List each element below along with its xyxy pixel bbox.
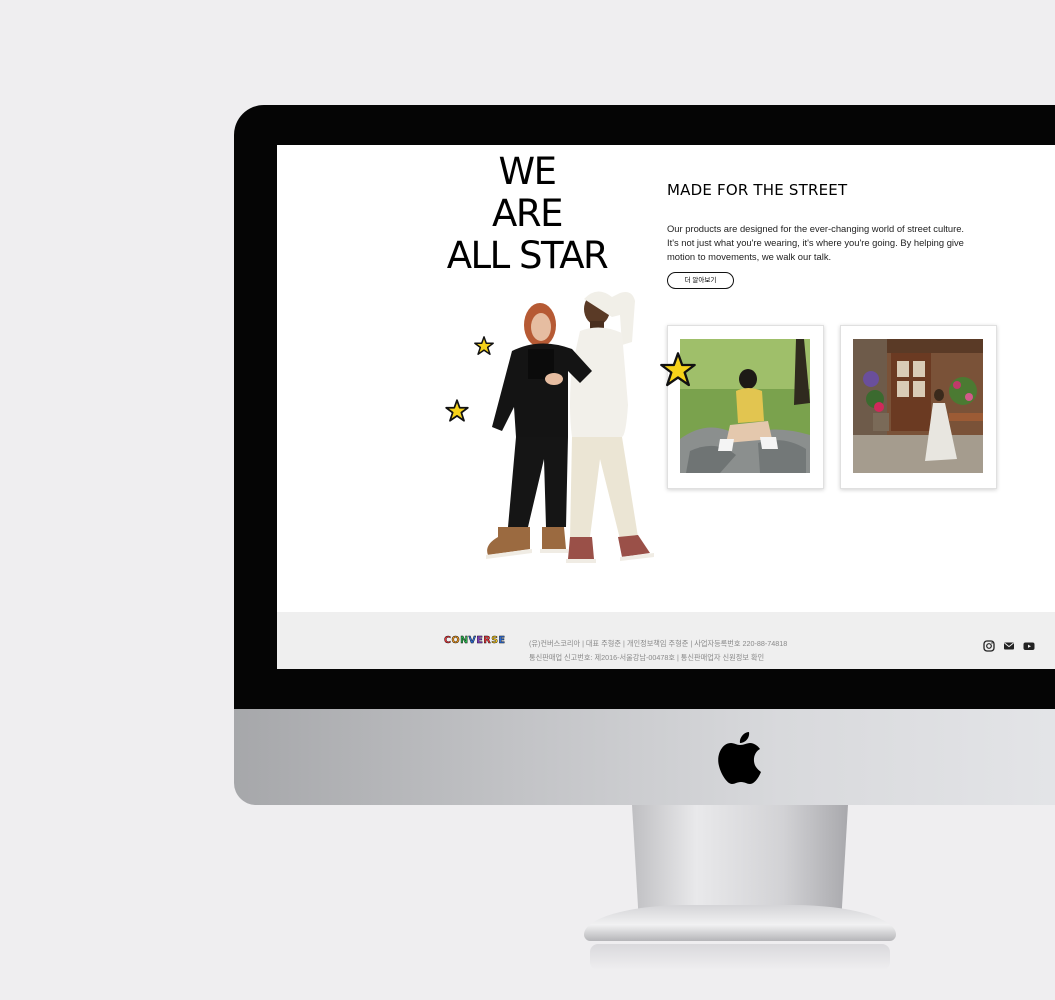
imac-stand-neck	[632, 805, 848, 915]
learn-more-button[interactable]: 더 알아보기	[667, 272, 734, 289]
star-sticker-icon	[445, 399, 469, 422]
hero-title: WE ARE ALL STAR	[437, 151, 617, 277]
instagram-icon[interactable]	[983, 640, 995, 652]
section-title: MADE FOR THE STREET	[667, 181, 848, 199]
hero-title-line: WE	[498, 150, 557, 193]
converse-logo[interactable]: CONVERSE	[444, 635, 506, 646]
star-sticker-icon	[474, 336, 494, 355]
converse-logo-letter: O	[451, 635, 461, 646]
apple-logo-icon	[718, 732, 761, 784]
converse-logo-letter: E	[498, 635, 506, 646]
hero-title-line: ALL STAR	[446, 234, 609, 277]
mail-icon[interactable]	[1003, 640, 1015, 652]
section-description: Our products are designed for the ever-c…	[667, 223, 965, 262]
imac-chin	[234, 709, 1055, 805]
imac-stand-reflection	[590, 944, 890, 970]
site-footer: CONVERSE (유)컨버스코리아 | 대표 주형준 | 개인정보책임 주형준…	[277, 612, 1055, 669]
converse-logo-letter: N	[460, 635, 469, 646]
footer-company-info: (유)컨버스코리아 | 대표 주형준 | 개인정보책임 주형준 | 사업자등록번…	[529, 639, 788, 648]
hero-title-line: ARE	[492, 192, 563, 235]
footer-registration-info: 통신판매업 신고번호: 제2016-서울강남-00478호 | 통신판매업자 신…	[529, 653, 765, 662]
website-screen: WE ARE ALL STAR MADE FOR THE STREET Our …	[277, 145, 1055, 669]
star-sticker-icon	[660, 352, 696, 387]
photo-woman-on-rocks	[680, 339, 810, 473]
photo-card[interactable]	[840, 325, 997, 489]
converse-logo-letter: S	[491, 635, 499, 646]
photo-woman-at-doorway	[853, 339, 983, 473]
youtube-icon[interactable]	[1023, 640, 1035, 652]
imac-stand-base	[584, 905, 896, 941]
models-photo	[486, 291, 654, 563]
